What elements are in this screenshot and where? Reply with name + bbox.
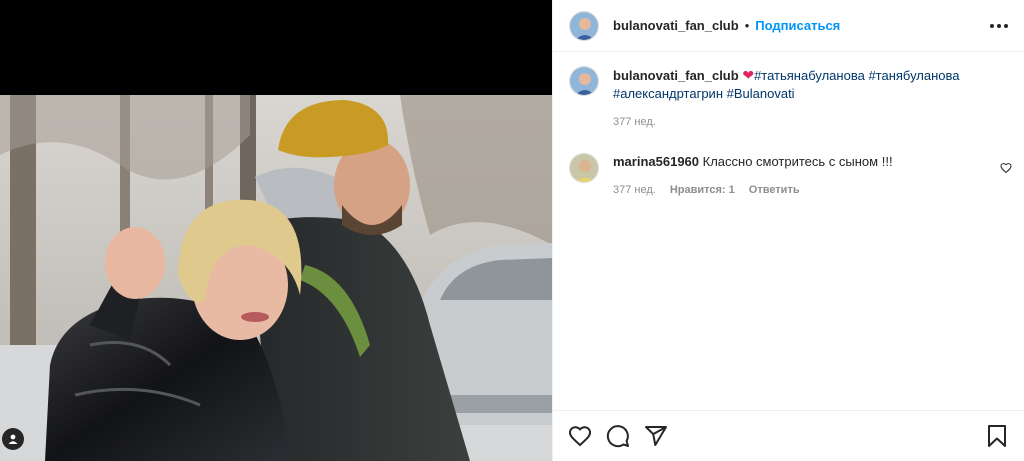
- hashtag-link[interactable]: #александртагрин: [613, 86, 723, 101]
- avatar[interactable]: [569, 10, 599, 41]
- avatar[interactable]: [569, 66, 599, 96]
- post-panel: bulanovati_fan_club • Подписаться bulano…: [552, 0, 1024, 461]
- heart-icon[interactable]: [567, 423, 593, 449]
- share-icon[interactable]: [643, 423, 669, 449]
- user-tag-icon[interactable]: [2, 428, 24, 450]
- author-username[interactable]: bulanovati_fan_club: [613, 18, 739, 33]
- avatar[interactable]: [569, 153, 599, 183]
- comment-timestamp[interactable]: 377 нед.: [613, 181, 656, 199]
- post-header: bulanovati_fan_club • Подписаться: [553, 0, 1024, 52]
- follow-button[interactable]: Подписаться: [755, 18, 840, 33]
- comment-likes[interactable]: Нравится: 1: [670, 181, 735, 199]
- caption-timestamp[interactable]: 377 нед.: [613, 113, 993, 131]
- separator-dot: •: [744, 18, 750, 33]
- hashtag-link[interactable]: #Bulanovati: [727, 86, 795, 101]
- heart-emoji: ❤: [742, 67, 755, 83]
- hashtag-link[interactable]: #танябуланова: [868, 68, 959, 83]
- post-photo[interactable]: [0, 95, 552, 461]
- instagram-post-view: bulanovati_fan_club • Подписаться bulano…: [0, 0, 1024, 461]
- action-bar: [553, 410, 1024, 461]
- comment-icon[interactable]: [605, 423, 631, 449]
- caption-username[interactable]: bulanovati_fan_club: [613, 68, 739, 83]
- comment-body: marina561960 Классно смотритесь с сыном …: [613, 153, 893, 199]
- bookmark-icon[interactable]: [984, 423, 1010, 449]
- hashtag-link[interactable]: #татьянабуланова: [754, 68, 865, 83]
- comment-username[interactable]: marina561960: [613, 154, 699, 169]
- caption-body: bulanovati_fan_club ❤#татьянабуланова #т…: [613, 66, 993, 131]
- heart-icon[interactable]: [1000, 161, 1012, 179]
- comment-item: marina561960 Классно смотритесь с сыном …: [553, 131, 1024, 199]
- reply-button[interactable]: Ответить: [749, 181, 800, 199]
- comment-meta: 377 нед. Нравится: 1 Ответить: [613, 181, 893, 199]
- caption: bulanovati_fan_club ❤#татьянабуланова #т…: [553, 52, 1024, 131]
- post-media: [0, 0, 552, 461]
- more-horizontal-icon[interactable]: [990, 23, 1008, 28]
- comment-text: Классно смотритесь с сыном !!!: [702, 154, 893, 169]
